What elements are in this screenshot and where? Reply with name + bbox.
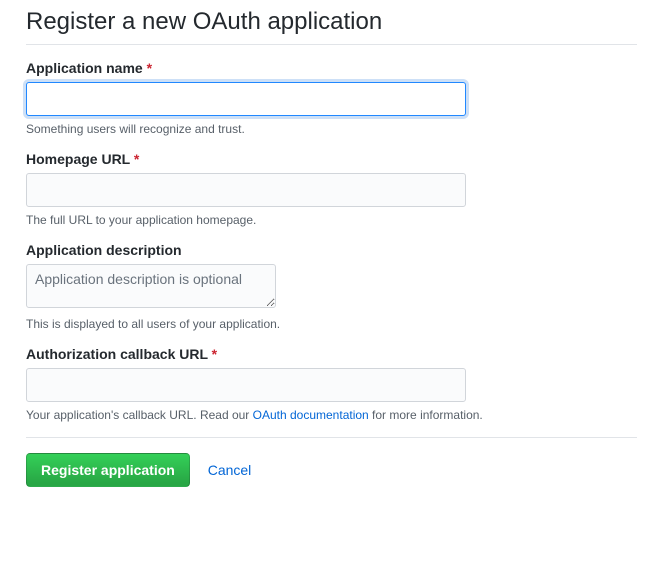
homepage-url-label-text: Homepage URL [26, 151, 130, 167]
required-asterisk: * [134, 151, 139, 167]
required-asterisk: * [212, 346, 217, 362]
description-help: This is displayed to all users of your a… [26, 317, 637, 331]
callback-url-label-text: Authorization callback URL [26, 346, 208, 362]
homepage-url-help: The full URL to your application homepag… [26, 213, 637, 227]
app-name-input[interactable] [26, 82, 466, 116]
form-group-homepage-url: Homepage URL * The full URL to your appl… [26, 151, 637, 227]
app-name-help: Something users will recognize and trust… [26, 122, 637, 136]
app-name-label: Application name * [26, 60, 637, 76]
description-label: Application description [26, 242, 637, 258]
callback-url-input[interactable] [26, 368, 466, 402]
app-name-label-text: Application name [26, 60, 143, 76]
form-actions: Register application Cancel [26, 437, 637, 502]
cancel-link[interactable]: Cancel [208, 462, 252, 478]
homepage-url-input[interactable] [26, 173, 466, 207]
page-title: Register a new OAuth application [26, 8, 637, 45]
register-button[interactable]: Register application [26, 453, 190, 487]
callback-url-help: Your application's callback URL. Read ou… [26, 408, 637, 422]
homepage-url-label: Homepage URL * [26, 151, 637, 167]
form-group-description: Application description This is displaye… [26, 242, 637, 331]
description-label-text: Application description [26, 242, 182, 258]
form-group-app-name: Application name * Something users will … [26, 60, 637, 136]
oauth-docs-link[interactable]: OAuth documentation [253, 408, 369, 422]
callback-url-label: Authorization callback URL * [26, 346, 637, 362]
required-asterisk: * [147, 60, 152, 76]
callback-help-suffix: for more information. [369, 408, 483, 422]
callback-help-prefix: Your application's callback URL. Read ou… [26, 408, 253, 422]
description-textarea[interactable] [26, 264, 276, 308]
form-group-callback-url: Authorization callback URL * Your applic… [26, 346, 637, 422]
